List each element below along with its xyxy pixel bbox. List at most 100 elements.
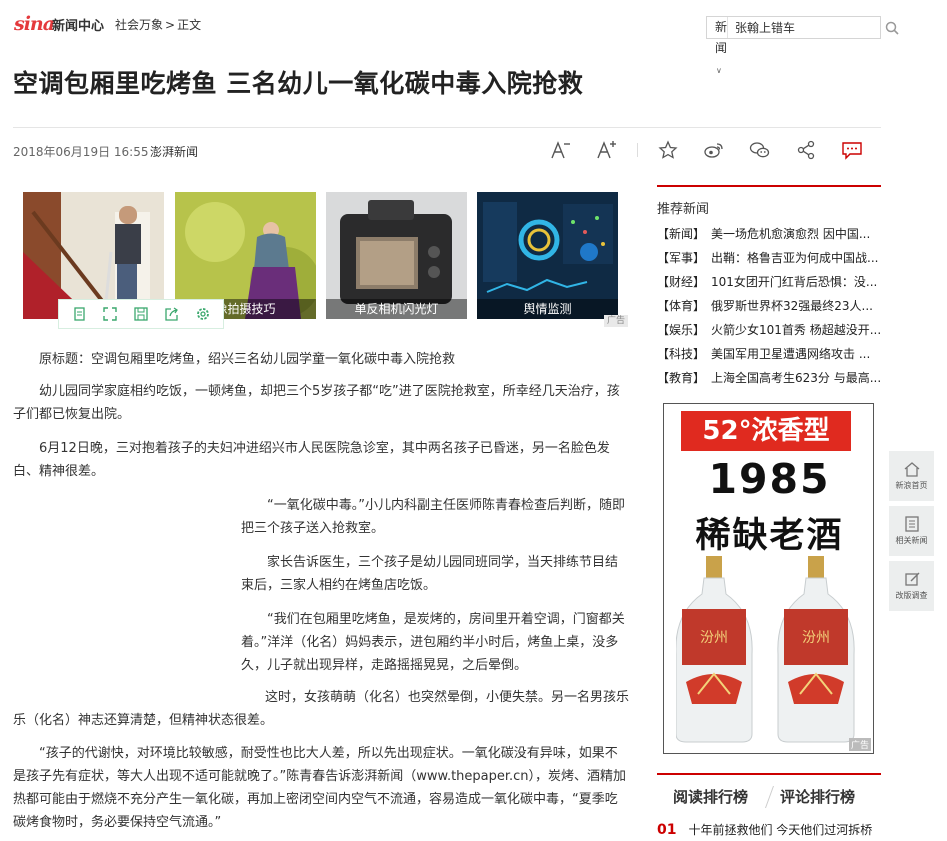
recommend-title: 推荐新闻 [657,202,710,217]
search-category-select[interactable]: 新闻 ∨ [707,17,729,75]
news-center-link[interactable]: 新闻中心 [52,15,104,34]
search-category-label: 新闻 [715,20,728,55]
edit-icon [904,572,919,586]
copy-icon [73,307,85,321]
ranking-number: 01 [657,822,677,838]
recommend-item[interactable]: 【体育】 俄罗斯世界杯32强最终23人... [657,294,881,318]
weibo-icon [704,143,723,158]
recommend-item[interactable]: 【科技】 美国军用卫星遭遇网络攻击 ... [657,342,881,366]
recommend-headline[interactable]: 火箭少女101首秀 杨超越没开... [711,323,881,337]
publish-date: 2018年06月19日 16:55 [13,145,149,159]
article-paragraph: 这时，女孩萌萌（化名）也突然晕倒，小便失禁。另一名男孩乐乐（化名）神志还算清楚，… [13,690,630,728]
comment-button[interactable] [840,138,864,162]
recommend-item[interactable]: 【新闻】 美一场危机愈演愈烈 因中国... [657,222,881,246]
save-icon [134,307,148,321]
article-paragraph: 6月12日晚，三对抱着孩子的夫妇冲进绍兴市人民医院急诊室，其中两名孩子已昏迷，另… [13,441,610,479]
tab-comment-ranking[interactable]: 评论排行榜 [780,786,855,808]
copy-button[interactable] [68,303,90,325]
breadcrumb-item-current: 正文 [177,18,202,32]
font-larger-button[interactable] [595,138,619,162]
article-source[interactable]: 澎湃新闻 [150,143,198,160]
side-button-label: 相关新闻 [895,536,928,545]
ad-banner-text: 52°浓香型 [681,411,851,451]
comment-icon [842,142,862,160]
recommend-category: 【新闻】 [657,227,706,241]
recommend-divider [657,185,881,187]
side-button-label: 新浪首页 [895,481,928,490]
image-ad-caption: 单反相机闪光灯 [326,299,467,319]
favorite-button[interactable] [656,138,680,162]
recommend-item[interactable]: 【娱乐】 火箭少女101首秀 杨超越没开... [657,318,881,342]
share-button[interactable] [794,138,818,162]
recommend-category: 【体育】 [657,299,706,313]
share-icon [797,140,815,160]
save-button[interactable] [130,303,152,325]
recommend-category: 【科技】 [657,347,706,361]
recommend-category: 【财经】 [657,275,706,289]
recommend-list: 【新闻】 美一场危机愈演愈烈 因中国... 【军事】 出鞘：格鲁吉亚为何成中国战..… [657,222,881,390]
bottle-label-text: 汾州 [700,630,728,646]
image-ad-strip: 像拍摄技巧 单反相机闪光灯 舆情监测 广告 [23,192,628,329]
article-paragraph: “我们在包厢里吃烤鱼，是炭烤的，房间里开着空调，门窗都关着。”洋洋（化名）妈妈表… [241,612,625,673]
search-button[interactable] [885,17,899,38]
article-paragraph: 幼儿园同学家庭相约吃饭，一顿烤鱼，却把三个5岁孩子都“吃”进了医院抢救室，所幸经… [13,384,620,422]
search-input[interactable] [728,17,886,38]
related-news-button[interactable]: 相关新闻 [889,506,934,556]
recommend-headline[interactable]: 美国军用卫星遭遇网络攻击 ... [711,347,870,361]
expand-icon [103,307,117,321]
tab-separator [764,786,775,808]
breadcrumb-separator: > [165,18,176,32]
article-paragraph: “孩子的代谢快，对环境比较敏感，耐受性也比大人差，所以先出现症状。一氧化碳没有异… [13,746,627,830]
image-hover-toolbar [58,299,224,329]
meta-divider [13,127,881,128]
recommend-category: 【娱乐】 [657,323,706,337]
search-icon [885,21,899,35]
recommend-headline[interactable]: 101女团开门红背后恐惧：没... [711,275,877,289]
ad-corner-label: 广告 [848,738,871,751]
star-icon [658,140,678,159]
tab-read-ranking[interactable]: 阅读排行榜 [673,786,748,808]
ad-year-text: 1985 [708,455,831,503]
article-paragraph: 家长告诉医生，三个孩子是幼儿园同班同学，当天排练节目结束后，三家人相约在烤鱼店吃… [241,555,619,593]
ranking-tabs: 阅读排行榜 评论排行榜 [657,786,881,808]
article-toolbar [549,138,864,162]
ad-subtitle-text: 稀缺老酒 [695,516,844,556]
bottle-label-text: 汾州 [802,630,830,646]
recommend-headline[interactable]: 出鞘：格鲁吉亚为何成中国战... [711,251,878,265]
external-share-button[interactable] [161,303,183,325]
ranking-headline[interactable]: 十年前拯救他们 今天他们过河拆桥 [688,823,872,837]
liquor-ad[interactable]: 52°浓香型 1985 稀缺老酒 汾州 汾州 广告 [663,403,874,754]
recommend-headline[interactable]: 上海全国高考生623分 与最高... [711,371,881,385]
recommend-item[interactable]: 【军事】 出鞘：格鲁吉亚为何成中国战... [657,246,881,270]
top-bar: sina 新闻中心 社会万象 > 正文 新闻 ∨ [0,0,947,75]
recommend-category: 【军事】 [657,251,706,265]
wechat-icon [749,142,770,158]
fullscreen-button[interactable] [99,303,121,325]
sina-home-button[interactable]: 新浪首页 [889,451,934,501]
article-title: 空调包厢里吃烤鱼 三名幼儿一氧化碳中毒入院抢救 [13,69,584,98]
recommend-headline[interactable]: 美一场危机愈演愈烈 因中国... [711,227,870,241]
image-ad-card[interactable]: 单反相机闪光灯 [326,192,467,319]
toolbar-divider [637,143,638,157]
sina-logo[interactable]: sina [14,13,55,35]
image-ad-caption: 舆情监测 [477,299,618,319]
breadcrumb: 社会万象 > 正文 [115,16,203,33]
side-float-bar: 新浪首页 相关新闻 改版调查 [889,451,934,616]
settings-button[interactable] [192,303,214,325]
wechat-share-button[interactable] [748,138,772,162]
survey-button[interactable]: 改版调查 [889,561,934,611]
ranking-item[interactable]: 01 十年前拯救他们 今天他们过河拆桥 [657,821,872,838]
recommend-item[interactable]: 【财经】 101女团开门红背后恐惧：没... [657,270,881,294]
side-button-label: 改版调查 [895,591,928,600]
breadcrumb-item-society[interactable]: 社会万象 [115,18,163,32]
article-paragraph: “一氧化碳中毒。”小儿内科副主任医师陈青春检查后判断，随即把三个孩子送入抢救室。 [241,498,625,536]
weibo-share-button[interactable] [702,138,726,162]
image-ad-card[interactable]: 舆情监测 [477,192,618,319]
gear-icon [197,308,210,320]
font-increase-icon [597,141,616,159]
font-smaller-button[interactable] [549,138,573,162]
recommend-item[interactable]: 【教育】 上海全国高考生623分 与最高... [657,366,881,390]
share-out-icon [165,307,179,321]
liquor-bottles-image: 汾州 汾州 [676,556,855,743]
recommend-headline[interactable]: 俄罗斯世界杯32强最终23人... [711,299,873,313]
